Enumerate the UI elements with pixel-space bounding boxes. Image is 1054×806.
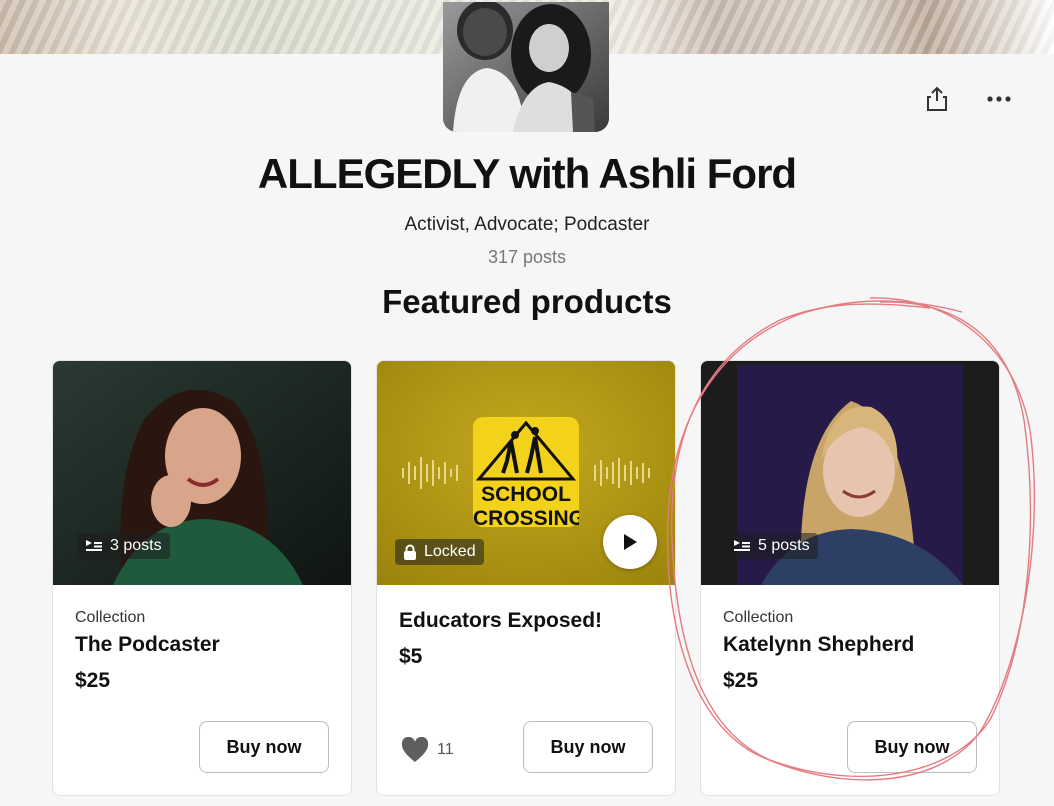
product-card[interactable]: SCHOOL CROSSING Locked Educators Exposed… [376,360,676,796]
product-price: $5 [399,645,423,668]
product-name[interactable]: Educators Exposed! [399,609,653,633]
section-title: Featured products [382,283,672,320]
collection-icon [734,540,750,551]
buy-now-button[interactable]: Buy now [523,721,653,773]
sign-text: SCHOOL CROSSING [473,483,579,527]
buy-now-button[interactable]: Buy now [199,721,329,773]
product-card[interactable]: 3 posts Collection The Podcaster $25 Buy… [52,360,352,796]
post-count[interactable]: 317 posts [0,247,1054,268]
avatar-photo [443,2,609,132]
product-image: 3 posts [53,361,351,585]
product-name[interactable]: The Podcaster [75,633,329,657]
likes-count: 11 [437,741,454,758]
play-button[interactable] [603,515,657,569]
creator-avatar[interactable] [443,2,609,132]
buy-now-button[interactable]: Buy now [847,721,977,773]
posts-badge: 3 posts [77,533,170,559]
share-icon[interactable] [922,84,952,114]
play-icon [624,534,637,550]
heart-icon[interactable] [401,737,429,763]
badge-label: 5 posts [758,537,810,554]
product-price: $25 [723,669,759,692]
product-kind: Collection [723,609,794,626]
header-actions [922,84,1014,114]
creator-tagline: Activist, Advocate; Podcaster [404,214,650,235]
product-price: $25 [75,669,111,692]
locked-badge: Locked [395,539,484,565]
product-image: SCHOOL CROSSING Locked [377,361,675,585]
product-card[interactable]: 5 posts Collection Katelynn Shepherd $25… [700,360,1000,796]
product-kind: Collection [75,609,146,626]
product-image: 5 posts [701,361,999,585]
lock-icon [404,544,416,560]
badge-label: Locked [424,543,476,560]
collection-icon [86,540,102,551]
likes[interactable]: 11 [401,737,454,763]
badge-label: 3 posts [110,537,162,554]
creator-name: ALLEGEDLY with Ashli Ford [257,150,797,197]
product-name[interactable]: Katelynn Shepherd [723,633,977,657]
more-icon[interactable] [984,84,1014,114]
posts-badge: 5 posts [725,533,818,559]
